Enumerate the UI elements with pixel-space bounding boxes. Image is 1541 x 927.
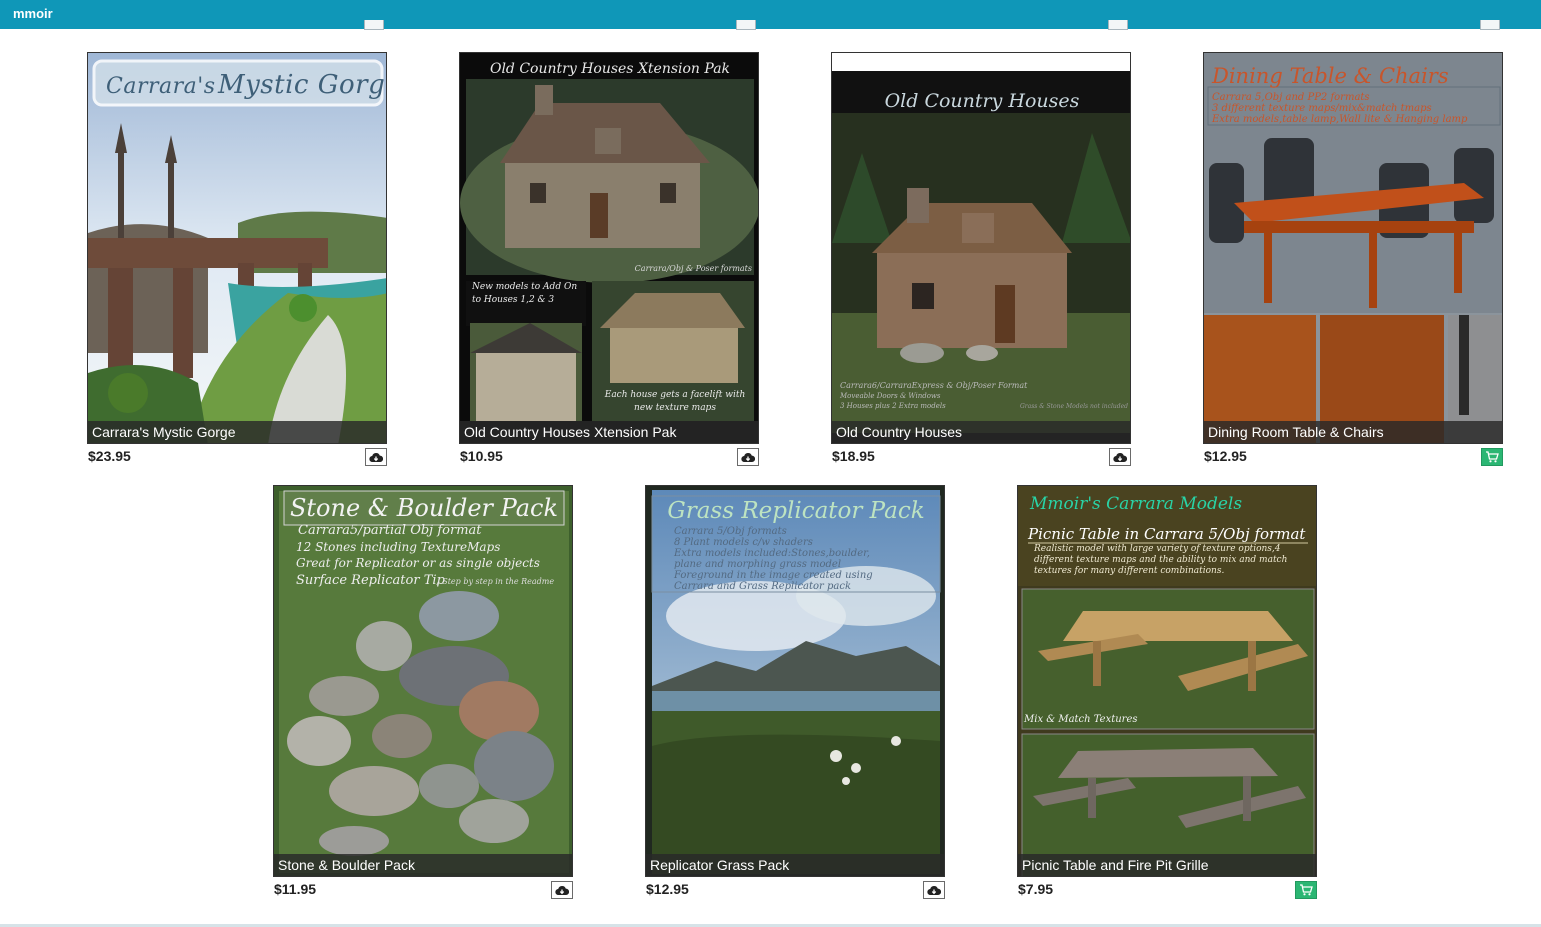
cloud-download-icon bbox=[927, 885, 941, 895]
product-card: Dining Table & Chairs Carrara 5,Obj and … bbox=[1203, 52, 1503, 472]
product-title[interactable]: Carrara's Mystic Gorge bbox=[88, 421, 386, 443]
cover-line-2: 3 different texture maps/mix&match tmaps bbox=[1212, 103, 1432, 114]
cover-heading: Grass Replicator Pack bbox=[667, 498, 924, 524]
product-price: $12.95 bbox=[1204, 448, 1247, 464]
cover-note-right: Each house gets a facelift with new text… bbox=[604, 390, 746, 413]
store-brand-link[interactable]: mmoir bbox=[13, 6, 53, 21]
product-card: Old Country Houses Xtension Pak Carrara/… bbox=[459, 52, 759, 472]
cover-line-3: Extra models,table lamp,Wall lite & Hang… bbox=[1211, 114, 1468, 125]
download-button[interactable] bbox=[923, 881, 945, 899]
cover-line-4: plane and morphing grass model bbox=[674, 559, 841, 570]
product-title[interactable]: Replicator Grass Pack bbox=[646, 854, 944, 876]
cover-line-4: Surface Replicator Tip bbox=[296, 573, 446, 588]
cover-line-2: 12 Stones including TextureMaps bbox=[296, 540, 500, 554]
cloud-download-icon bbox=[555, 885, 569, 895]
cover-line-1: Carrara 5,Obj and PP2 formats bbox=[1212, 92, 1370, 103]
product-cover-image: Grass Replicator Pack Carrara 5/Obj form… bbox=[646, 486, 944, 876]
cover-heading-b: Mystic Gorge bbox=[217, 70, 387, 100]
product-card: Carrara's Mystic Gorge Carrara's Mystic … bbox=[87, 52, 387, 472]
product-cover-image: Stone & Boulder Pack Carrara5/partial Ob… bbox=[274, 486, 572, 876]
download-button[interactable] bbox=[365, 448, 387, 466]
product-title[interactable]: Dining Room Table & Chairs bbox=[1204, 421, 1502, 443]
cover-line-1: Carrara5/partial Obj format bbox=[298, 523, 482, 538]
cover-line-1: Carrara 5/Obj formats bbox=[674, 526, 787, 537]
product-price: $11.95 bbox=[274, 881, 317, 897]
cover-heading: Old Country Houses bbox=[885, 90, 1080, 112]
product-price: $12.95 bbox=[646, 881, 689, 897]
cover-heading: Stone & Boulder Pack bbox=[290, 494, 558, 522]
product-price: $18.95 bbox=[832, 448, 875, 464]
cover-footer-1: Carrara6/CarraraExpress & Obj/Poser Form… bbox=[840, 381, 1028, 390]
product-card: Mmoir's Carrara Models Picnic Table in C… bbox=[1017, 485, 1317, 905]
add-to-cart-button[interactable] bbox=[1295, 881, 1317, 899]
cloud-download-icon bbox=[369, 452, 383, 462]
product-card: Old Country Houses Carrara6/CarraraExpre… bbox=[831, 52, 1131, 472]
download-button[interactable] bbox=[737, 448, 759, 466]
cover-footer-2: Moveable Doors & Windows bbox=[839, 392, 941, 400]
product-cover-image: Old Country Houses Xtension Pak Carrara/… bbox=[460, 53, 758, 443]
cloud-download-icon bbox=[741, 452, 755, 462]
shopping-cart-icon bbox=[1486, 451, 1499, 463]
cover-formats: Carrara/Obj & Poser formats bbox=[635, 264, 752, 273]
product-cover-image: Old Country Houses Carrara6/CarraraExpre… bbox=[832, 53, 1130, 443]
product-title[interactable]: Picnic Table and Fire Pit Grille bbox=[1018, 854, 1316, 876]
product-price: $23.95 bbox=[88, 448, 131, 464]
product-image-link[interactable]: Old Country Houses Carrara6/CarraraExpre… bbox=[831, 52, 1131, 444]
download-button[interactable] bbox=[1109, 448, 1131, 466]
product-cover-image: Mmoir's Carrara Models Picnic Table in C… bbox=[1018, 486, 1316, 876]
product-price: $10.95 bbox=[460, 448, 503, 464]
download-button[interactable] bbox=[551, 881, 573, 899]
add-to-cart-button[interactable] bbox=[1481, 448, 1503, 466]
top-bar: mmoir bbox=[0, 0, 1541, 29]
product-title[interactable]: Old Country Houses Xtension Pak bbox=[460, 421, 758, 443]
previous-row-action[interactable] bbox=[364, 20, 384, 30]
cover-heading: Picnic Table in Carrara 5/Obj format bbox=[1027, 525, 1306, 543]
product-title[interactable]: Old Country Houses bbox=[832, 421, 1130, 443]
product-image-link[interactable]: Old Country Houses Xtension Pak Carrara/… bbox=[459, 52, 759, 444]
product-title[interactable]: Stone & Boulder Pack bbox=[274, 854, 572, 876]
product-image-link[interactable]: Mmoir's Carrara Models Picnic Table in C… bbox=[1017, 485, 1317, 877]
cover-footer-3: 3 Houses plus 2 Extra models bbox=[840, 402, 946, 410]
product-cover-image: Dining Table & Chairs Carrara 5,Obj and … bbox=[1204, 53, 1502, 443]
product-cover-image: Carrara's Mystic Gorge bbox=[88, 53, 387, 443]
shopping-cart-icon bbox=[1300, 884, 1313, 896]
cloud-download-icon bbox=[1113, 452, 1127, 462]
cover-brand: Mmoir's Carrara Models bbox=[1029, 494, 1242, 514]
cover-heading-a: Carrara's bbox=[106, 74, 216, 99]
product-image-link[interactable]: Carrara's Mystic Gorge Carrara's Mystic … bbox=[87, 52, 387, 444]
product-card: Grass Replicator Pack Carrara 5/Obj form… bbox=[645, 485, 945, 905]
cover-line-4b: / Step by step in the Readme bbox=[436, 577, 554, 586]
cover-caption: Mix & Match Textures bbox=[1023, 714, 1138, 725]
cover-heading: Old Country Houses Xtension Pak bbox=[490, 61, 730, 77]
previous-row-action[interactable] bbox=[1480, 20, 1500, 30]
cover-line-6: Carrara and Grass Replicator pack bbox=[674, 581, 851, 592]
cover-line-3: Great for Replicator or as single object… bbox=[296, 556, 540, 570]
cover-note-left: New models to Add On to Houses 1,2 & 3 bbox=[472, 282, 578, 305]
product-image-link[interactable]: Stone & Boulder Pack Carrara5/partial Ob… bbox=[273, 485, 573, 877]
previous-row-action[interactable] bbox=[736, 20, 756, 30]
previous-row-action[interactable] bbox=[1108, 20, 1128, 30]
product-image-link[interactable]: Dining Table & Chairs Carrara 5,Obj and … bbox=[1203, 52, 1503, 444]
cover-footer-right: Grass & Stone Models not included bbox=[1020, 403, 1128, 410]
cover-line-2: 8 Plant models c/w shaders bbox=[674, 537, 813, 548]
cover-description: Realistic model with large variety of te… bbox=[1034, 544, 1288, 576]
product-card: Stone & Boulder Pack Carrara5/partial Ob… bbox=[273, 485, 573, 905]
cover-line-3: Extra models included:Stones,boulder, bbox=[673, 548, 870, 559]
cover-line-5: Foreground in the image created using bbox=[673, 570, 873, 581]
product-price: $7.95 bbox=[1018, 881, 1054, 897]
product-image-link[interactable]: Grass Replicator Pack Carrara 5/Obj form… bbox=[645, 485, 945, 877]
cover-heading: Dining Table & Chairs bbox=[1211, 64, 1449, 88]
